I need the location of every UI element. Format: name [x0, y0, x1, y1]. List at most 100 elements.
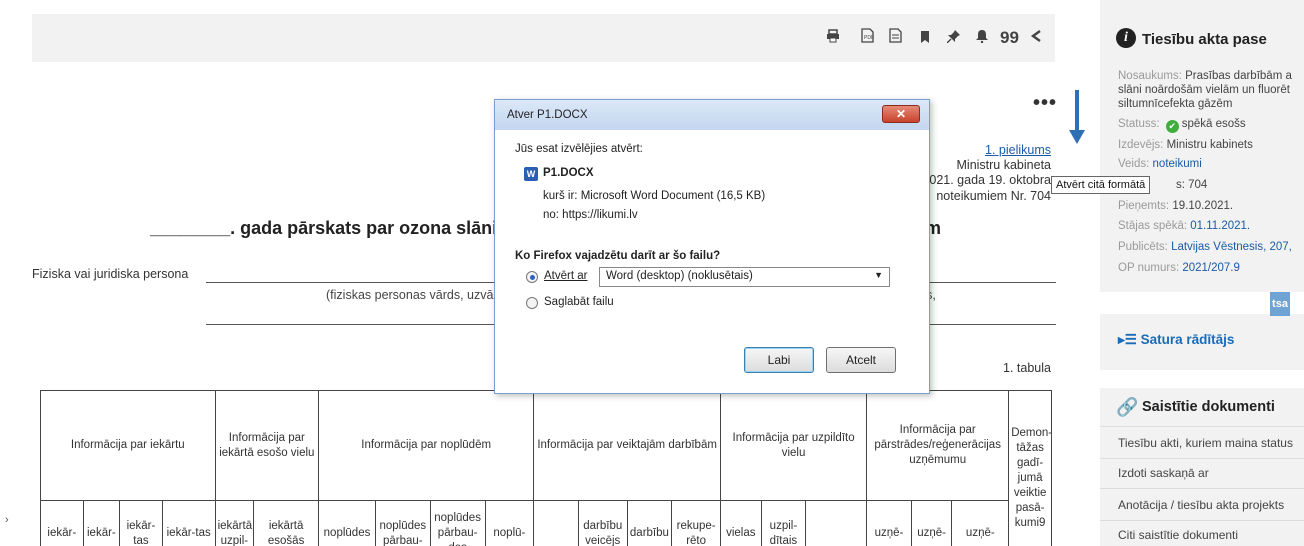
- table-header: Informācija par noplūdēm: [318, 390, 535, 501]
- table-subheader: uzņē-: [866, 500, 912, 546]
- related-link[interactable]: Tiesību akti, kuriem maina status: [1118, 436, 1293, 450]
- table-subheader: [805, 500, 868, 546]
- publication-link[interactable]: Latvijas Vēstnesis, 207,: [1171, 241, 1292, 253]
- bell-icon[interactable]: [973, 28, 991, 48]
- svg-text:PDF: PDF: [864, 35, 874, 41]
- table-subheader: iekārtā uzpil-: [214, 500, 255, 546]
- table-header: Informācija par veiktajām darbībām: [533, 390, 721, 501]
- link-icon: 🔗: [1116, 397, 1139, 417]
- passport-title: Tiesību akta pase: [1142, 31, 1267, 48]
- file-kind: kurš ir: Microsoft Word Document (16,5 K…: [543, 190, 766, 202]
- table-subheader: iekār-tas: [119, 500, 163, 546]
- passport-row: s: 704: [1176, 179, 1208, 191]
- act-passport-card: i Tiesību akta pase Nosaukums: Prasības …: [1100, 0, 1304, 292]
- table-header: Informācija par iekārtā esošo vielu: [214, 390, 320, 501]
- passport-row: siltumnīcefekta gāzēm: [1118, 98, 1233, 110]
- passport-row: OP numurs: 2021/207.9: [1118, 262, 1240, 274]
- table-label: 1. tabula: [1003, 361, 1051, 375]
- table-header: Informācija par uzpildīto vielu: [719, 390, 868, 501]
- toc-label[interactable]: ▸☰ Satura rādītājs: [1118, 332, 1234, 348]
- ok-button[interactable]: Labi: [744, 347, 814, 373]
- word-document-icon: W: [524, 167, 538, 181]
- side-tab[interactable]: tsa: [1270, 292, 1290, 316]
- print-icon[interactable]: [824, 28, 842, 48]
- table-subheader: uzņē-: [910, 500, 953, 546]
- table-header: Informācija par iekārtu: [40, 390, 216, 501]
- related-link[interactable]: Anotācija / tiesību akta projekts: [1118, 498, 1284, 512]
- info-icon: i: [1116, 28, 1136, 48]
- passport-row: slāni noārdošām vielām un fluorēt: [1118, 84, 1290, 96]
- document-icon[interactable]: [886, 28, 904, 48]
- type-link[interactable]: noteikumi: [1153, 158, 1202, 170]
- save-file-radio[interactable]: [526, 297, 538, 309]
- open-with-radio[interactable]: [526, 271, 538, 283]
- table-subheader: iekārtā esošās: [253, 500, 320, 546]
- table-subheader: uzņē-: [951, 500, 1010, 546]
- table-subheader: rekupe-rēto: [671, 500, 721, 546]
- passport-row: Izdevējs: Ministru kabinets: [1118, 139, 1253, 151]
- open-with-label[interactable]: Atvērt ar: [544, 270, 587, 282]
- table-subheader: [533, 500, 579, 546]
- check-icon: ✔: [1165, 120, 1179, 133]
- chevron-down-icon: ▼: [874, 270, 883, 280]
- table-subheader: uzpil-dītais: [760, 500, 807, 546]
- attachment-line: 2021. gada 19. oktobra: [922, 173, 1051, 187]
- bookmark-icon[interactable]: [916, 28, 934, 48]
- open-with-select[interactable]: Word (desktop) (noklusētais) ▼: [599, 267, 890, 287]
- quote-icon[interactable]: 99: [1000, 28, 1019, 48]
- table-header: Informācija par pārstrādes/reģenerācijas…: [866, 390, 1010, 501]
- pin-icon[interactable]: [944, 28, 962, 48]
- document-toolbar: PDF 99: [32, 14, 1055, 62]
- attachment-line: noteikumiem Nr. 704: [936, 189, 1051, 203]
- table-subheader: iekār-tas: [161, 500, 216, 546]
- related-documents-card: 🔗 Saistītie dokumenti Tiesību akti, kuri…: [1100, 388, 1304, 546]
- status-row: Statuss: ✔ spēkā esošs: [1118, 118, 1246, 133]
- cancel-button[interactable]: Atcelt: [826, 347, 896, 373]
- passport-row: Stājas spēkā: 01.11.2021.: [1118, 220, 1251, 232]
- passport-row: Veids: noteikumi: [1118, 158, 1202, 170]
- table-subheader: iekār-: [40, 500, 84, 546]
- close-icon[interactable]: ✕: [882, 105, 920, 123]
- dialog-title: Atver P1.DOCX: [507, 109, 588, 121]
- op-number-link[interactable]: 2021/207.9: [1182, 262, 1240, 274]
- field-hint: (fiziskas personas vārds, uzvār: [326, 288, 498, 302]
- passport-row: Nosaukums: Prasības darbībām a: [1118, 70, 1292, 82]
- share-icon[interactable]: [1027, 28, 1045, 48]
- divider: [1100, 426, 1304, 427]
- sidebar: i Tiesību akta pase Nosaukums: Prasības …: [1100, 0, 1304, 546]
- related-link[interactable]: Citi saistītie dokumenti: [1118, 528, 1238, 542]
- dialog-intro: Jūs esat izvēlējies atvērt:: [515, 143, 643, 155]
- table-header: Demon-tāžas gadī-jumā veiktie pasā-kumi9: [1008, 390, 1052, 546]
- related-documents-title: Saistītie dokumenti: [1142, 399, 1275, 415]
- table-of-contents-card[interactable]: ▸☰ Satura rādītājs: [1100, 314, 1304, 370]
- pdf-icon[interactable]: PDF: [858, 28, 876, 48]
- table-subheader: darbību veicējs: [577, 500, 628, 546]
- related-link[interactable]: Izdoti saskaņā ar: [1118, 466, 1209, 480]
- person-field-label: Fiziska vai juridiska persona: [32, 267, 189, 281]
- file-source: no: https://likumi.lv: [543, 209, 638, 221]
- divider: [1100, 520, 1304, 521]
- attachment-line: Ministru kabineta: [956, 158, 1052, 172]
- table-subheader: noplūdes pārbau-: [374, 500, 431, 546]
- passport-row: Publicēts: Latvijas Vēstnesis, 207,: [1118, 241, 1292, 253]
- divider: [1100, 488, 1304, 489]
- table-subheader: iekār-: [82, 500, 121, 546]
- file-name: P1.DOCX: [543, 167, 594, 179]
- tooltip: Atvērt citā formātā: [1051, 176, 1151, 194]
- save-file-label[interactable]: Saglabāt failu: [544, 296, 614, 308]
- dialog-titlebar[interactable]: Atver P1.DOCX ✕: [495, 100, 929, 130]
- table-subheader: noplūdes: [318, 500, 376, 546]
- attachment-link[interactable]: 1. pielikums: [985, 143, 1051, 157]
- report-table: Informācija par iekārtu Informācija par …: [40, 390, 1052, 546]
- divider: [1100, 458, 1304, 459]
- document-title: ________. gada pārskats par ozona slāni …: [150, 218, 514, 238]
- list-icon: ▸☰: [1118, 332, 1141, 347]
- table-subheader: noplūdes pārbau-des: [429, 500, 486, 546]
- dialog-question: Ko Firefox vajadzētu darīt ar šo failu?: [515, 250, 721, 262]
- scroll-down-arrow-icon[interactable]: [1068, 88, 1086, 146]
- side-toggle-icon[interactable]: ›: [5, 514, 9, 526]
- passport-row: Pieņemts: 19.10.2021.: [1118, 200, 1234, 212]
- open-file-dialog: Atver P1.DOCX ✕ Jūs esat izvēlējies atvē…: [494, 99, 930, 394]
- dialog-body: Jūs esat izvēlējies atvērt: W P1.DOCX ku…: [503, 130, 921, 385]
- more-options-icon[interactable]: •••: [1033, 92, 1057, 115]
